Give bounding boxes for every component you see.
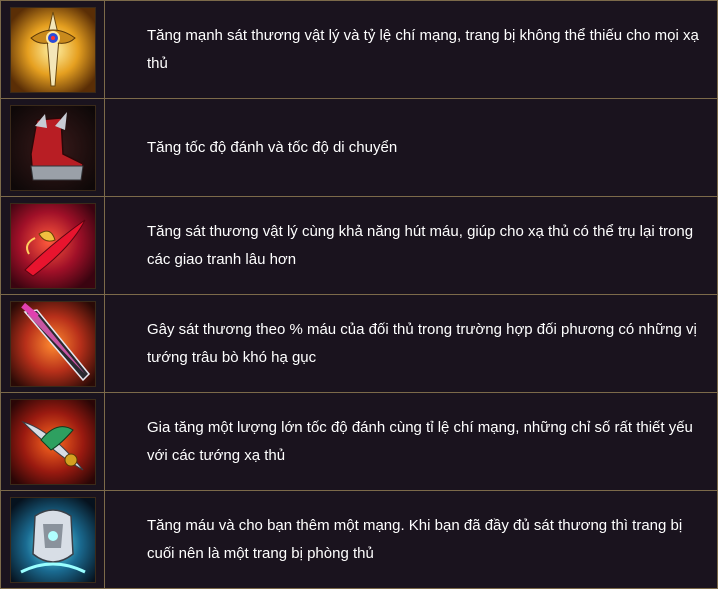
jade-fang-blade-icon xyxy=(9,398,96,485)
item-icon-cell xyxy=(0,490,105,589)
item-description: Gia tăng một lượng lớn tốc độ đánh cùng … xyxy=(104,392,718,491)
table-row: Tăng tốc độ đánh và tốc độ di chuyển xyxy=(0,98,718,197)
item-icon-cell xyxy=(0,196,105,295)
table-row: Tăng mạnh sát thương vật lý và tỷ lệ chí… xyxy=(0,0,718,99)
table-row: Tăng sát thương vật lý cùng khả năng hút… xyxy=(0,196,718,295)
table-row: Gây sát thương theo % máu của đối thủ tr… xyxy=(0,294,718,393)
item-icon-cell xyxy=(0,294,105,393)
item-description: Tăng mạnh sát thương vật lý và tỷ lệ chí… xyxy=(104,0,718,99)
item-icon-cell xyxy=(0,0,105,99)
crimson-blade-icon xyxy=(9,202,96,289)
item-icon-cell xyxy=(0,98,105,197)
item-icon-cell xyxy=(0,392,105,491)
item-description: Tăng máu và cho bạn thêm một mạng. Khi b… xyxy=(104,490,718,589)
pink-dagger-icon xyxy=(9,300,96,387)
table-row: Gia tăng một lượng lớn tốc độ đánh cùng … xyxy=(0,392,718,491)
item-description: Gây sát thương theo % máu của đối thủ tr… xyxy=(104,294,718,393)
item-table: Tăng mạnh sát thương vật lý và tỷ lệ chí… xyxy=(0,0,718,589)
table-row: Tăng máu và cho bạn thêm một mạng. Khi b… xyxy=(0,490,718,589)
item-description: Tăng sát thương vật lý cùng khả năng hút… xyxy=(104,196,718,295)
golden-sword-icon xyxy=(9,6,96,93)
red-boots-icon xyxy=(9,104,96,191)
silver-armor-icon xyxy=(9,496,96,583)
item-description: Tăng tốc độ đánh và tốc độ di chuyển xyxy=(104,98,718,197)
